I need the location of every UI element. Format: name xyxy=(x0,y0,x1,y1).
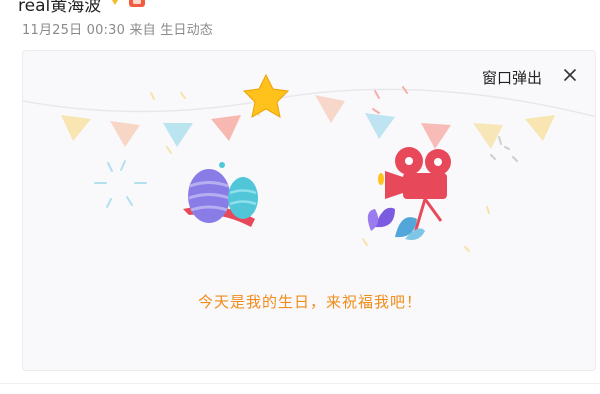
star-icon xyxy=(242,73,290,118)
birthday-card[interactable]: 窗口弹出 今天是我的生日，来祝福我吧！ xyxy=(22,50,596,371)
post-meta: 11月25日 00:30 来自 生日动态 xyxy=(22,19,213,38)
source-prefix: 来自 xyxy=(129,23,156,38)
easter-egg-icon xyxy=(183,162,258,227)
divider xyxy=(0,383,600,384)
popout-button[interactable]: 窗口弹出 xyxy=(482,67,542,88)
level-badge-icon[interactable] xyxy=(128,0,146,7)
post-source[interactable]: 生日动态 xyxy=(160,23,213,38)
username[interactable]: real黄海波 xyxy=(18,0,101,16)
card-illustration xyxy=(23,73,595,252)
close-icon[interactable] xyxy=(562,67,578,83)
birthday-message: 今天是我的生日，来祝福我吧！ xyxy=(197,293,422,311)
verified-v-icon[interactable] xyxy=(108,0,122,6)
post-timestamp[interactable]: 11月25日 00:30 xyxy=(22,23,125,38)
